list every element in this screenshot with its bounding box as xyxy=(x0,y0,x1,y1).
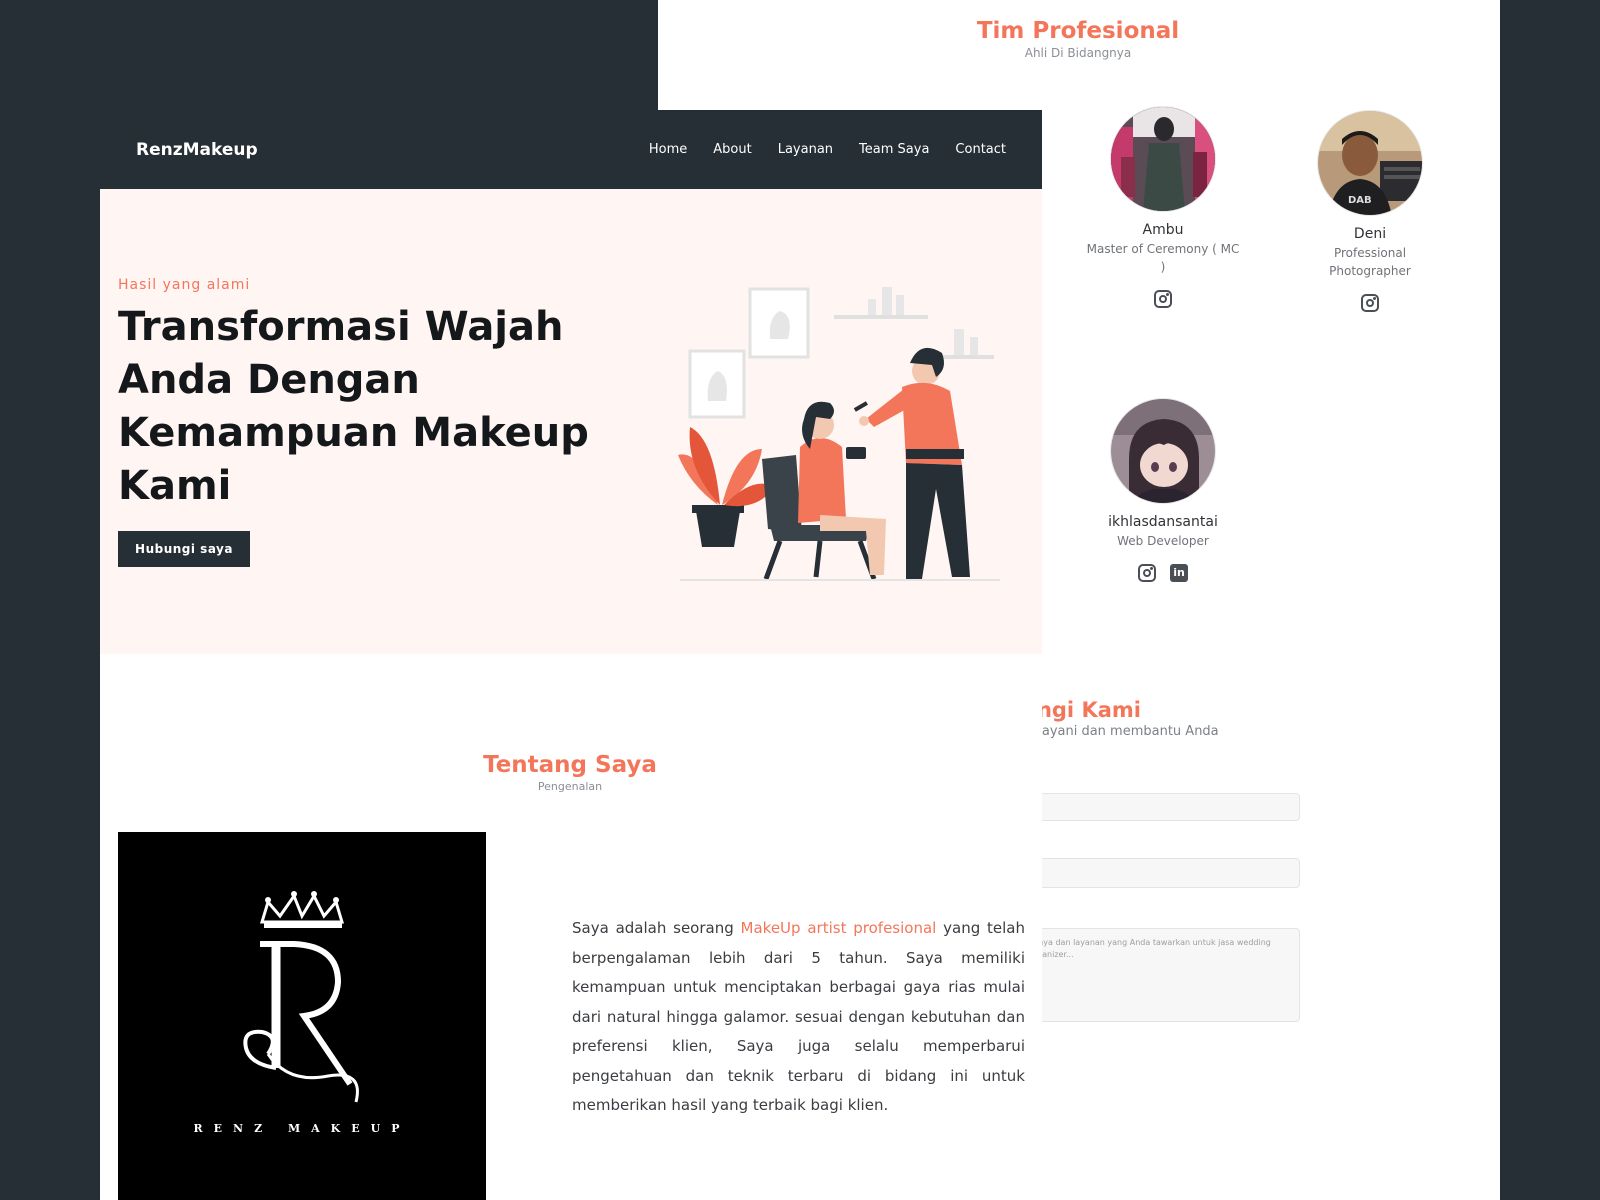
member-role: Master of Ceremony ( MC ) xyxy=(1086,242,1240,274)
about-section-header: Tentang Saya Pengenalan xyxy=(440,752,700,793)
renz-makeup-logo: RENZ MAKEUP xyxy=(118,832,486,1200)
team-member-deni: DAB Deni Professional Photographer xyxy=(1290,110,1450,312)
avatar: DAB xyxy=(1317,110,1423,216)
member-name: ikhlasdansantai xyxy=(1108,514,1218,530)
nav-layanan[interactable]: Layanan xyxy=(778,142,833,157)
svg-text:DAB: DAB xyxy=(1348,195,1372,206)
team-title: Tim Profesional xyxy=(976,18,1180,44)
member-socials xyxy=(1290,294,1450,312)
about-subtitle: Pengenalan xyxy=(537,780,603,793)
makeup-illustration xyxy=(678,287,1000,581)
instagram-icon[interactable] xyxy=(1154,290,1172,308)
linkedin-icon[interactable]: in xyxy=(1170,564,1188,582)
name-input[interactable] xyxy=(1022,793,1300,821)
nav-home[interactable]: Home xyxy=(649,142,687,157)
nav-about[interactable]: About xyxy=(713,142,751,157)
member-socials: in xyxy=(1083,564,1243,582)
member-role: Web Developer xyxy=(1117,534,1209,548)
member-name: Deni xyxy=(1353,226,1387,242)
nav-menu: Home About Layanan Team Saya Contact xyxy=(649,142,1006,157)
email-input[interactable] xyxy=(1022,858,1300,888)
about-text-highlight: MakeUp artist profesional xyxy=(740,919,937,937)
team-member-ikhlasdansantai: ikhlasdansantai Web Developer in xyxy=(1083,398,1243,582)
team-section-header: Tim Profesional Ahli Di Bidangnya xyxy=(958,18,1198,60)
contact-me-button[interactable]: Hubungi saya xyxy=(118,531,250,567)
main-page: RenzMakeup Home About Layanan Team Saya … xyxy=(100,110,1042,1200)
hero-section: Hasil yang alami Transformasi Wajah Anda… xyxy=(100,189,1042,654)
instagram-icon[interactable] xyxy=(1361,294,1379,312)
about-description: Saya adalah seorang MakeUp artist profes… xyxy=(572,914,1025,1121)
avatar xyxy=(1110,106,1216,212)
about-text-end: yang telah berpengalaman lebih dari 5 ta… xyxy=(572,919,1025,1114)
team-subtitle: Ahli Di Bidangnya xyxy=(1024,46,1132,60)
member-name: Ambu xyxy=(1142,222,1184,238)
brand-logo[interactable]: RenzMakeup xyxy=(136,140,258,160)
message-textarea[interactable]: akaya dan layanan yang Anda tawarkan unt… xyxy=(1022,928,1300,1022)
navbar: RenzMakeup Home About Layanan Team Saya … xyxy=(100,110,1042,189)
member-role: Professional Photographer xyxy=(1329,246,1411,278)
member-socials xyxy=(1083,290,1243,308)
about-title: Tentang Saya xyxy=(483,752,657,778)
logo-text: RENZ MAKEUP xyxy=(193,1122,411,1135)
hero-title: Transformasi Wajah Anda Dengan Kemampuan… xyxy=(118,304,589,509)
hero-kicker: Hasil yang alami xyxy=(118,277,251,293)
nav-team[interactable]: Team Saya xyxy=(859,142,929,157)
contact-subtitle: nelayani dan membantu Anda xyxy=(1022,724,1219,739)
contact-title: ungi Kami xyxy=(1022,698,1141,722)
nav-contact[interactable]: Contact xyxy=(955,142,1006,157)
avatar xyxy=(1110,398,1216,504)
contact-section-header: ungi Kami nelayani dan membantu Anda xyxy=(1022,698,1219,739)
team-member-ambu: Ambu Master of Ceremony ( MC ) xyxy=(1083,106,1243,308)
about-text-start: Saya adalah seorang xyxy=(572,919,741,937)
instagram-icon[interactable] xyxy=(1138,564,1156,582)
